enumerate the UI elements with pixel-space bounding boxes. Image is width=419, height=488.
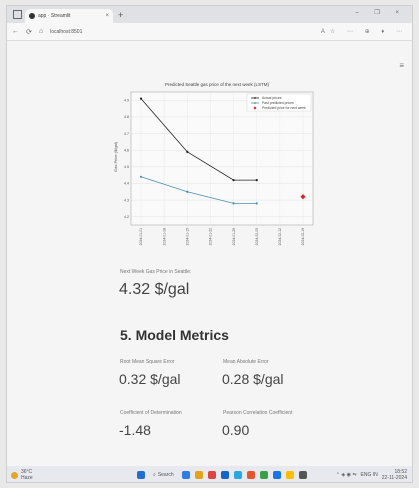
- series-point: [186, 150, 189, 153]
- taskbar-app-icon[interactable]: [181, 471, 190, 479]
- address-bar: ← ⟳ ⌂ localhost:8501 A☆ ⋯ ⊕ ♦ ⋯: [7, 23, 412, 41]
- y-tick-label: 4.4: [124, 182, 129, 186]
- taskbar-app-icon[interactable]: [220, 471, 229, 479]
- y-tick-label: 4.5: [124, 165, 129, 169]
- search-label: Search: [157, 472, 174, 478]
- rmse-label: Root Mean Square Error: [120, 359, 175, 365]
- legend-label: Past predicted prices: [262, 101, 294, 105]
- reload-icon[interactable]: ⟳: [26, 28, 32, 36]
- chart-svg: Predicted Seattle gas price of the next …: [113, 82, 314, 245]
- y-tick-label: 4.3: [124, 198, 129, 202]
- series-point: [139, 175, 143, 178]
- x-tick-label: 2024-01-29: [232, 228, 236, 245]
- legend-marker: [254, 102, 256, 104]
- hamburger-menu-icon[interactable]: ≡: [399, 61, 404, 70]
- url-input[interactable]: localhost:8501: [50, 29, 321, 35]
- start-menu-icon[interactable]: [137, 471, 145, 479]
- window-icon[interactable]: [13, 10, 22, 19]
- gas-price-chart: Predicted Seattle gas price of the next …: [111, 77, 323, 282]
- pearson-value: 0.90: [222, 422, 250, 438]
- x-tick-label: 2024-01-22: [209, 228, 213, 245]
- legend-marker: [254, 97, 256, 99]
- weather-widget[interactable]: 36°C Haze: [11, 469, 111, 481]
- legend-label: Actual prices: [262, 96, 282, 100]
- series-point: [232, 202, 235, 205]
- x-tick-label: 2024-01-15: [185, 228, 189, 245]
- taskbar-app-icon[interactable]: [272, 471, 281, 479]
- weather-desc: Haze: [21, 475, 33, 481]
- next-week-label: Next Week Gas Price in Seattle:: [120, 269, 192, 275]
- taskbar-app-icon[interactable]: [285, 471, 294, 479]
- next-week-value: 4.32 $/gal: [119, 281, 190, 298]
- tab-app[interactable]: app · Streamlit ×: [25, 9, 113, 23]
- clock[interactable]: 18:52 22-11-2024: [382, 469, 407, 481]
- tab-strip: app · Streamlit × + – ❐ ×: [7, 6, 412, 23]
- series-point: [186, 190, 189, 193]
- browser-toolbar-icons[interactable]: A☆ ⋯ ⊕ ♦ ⋯: [321, 28, 407, 35]
- chart-title: Predicted Seattle gas price of the next …: [165, 82, 270, 87]
- taskbar-app-icon[interactable]: [207, 471, 216, 479]
- series-point: [139, 97, 143, 100]
- home-icon[interactable]: ⌂: [39, 28, 43, 35]
- x-tick-label: 2024-02-05: [255, 228, 259, 245]
- rmse-value: 0.32 $/gal: [119, 371, 181, 387]
- chart-ylabel: Gas Price ($/gal): [113, 141, 118, 172]
- y-tick-label: 4.8: [124, 115, 129, 119]
- x-tick-label: 2024-01-08: [162, 228, 166, 245]
- taskbar: 36°C Haze ⌕ Search ⌃ ◈ ◉ ⇋ ENG IN 18:52 …: [7, 466, 412, 482]
- system-tray: ⌃ ◈ ◉ ⇋ ENG IN 18:52 22-11-2024: [336, 469, 407, 481]
- taskbar-apps: ⌕ Search: [137, 471, 307, 479]
- taskbar-search[interactable]: ⌕ Search: [150, 472, 177, 478]
- section-title: 5. Model Metrics: [120, 327, 229, 343]
- series-point: [255, 179, 258, 182]
- window-controls[interactable]: – ❐ ×: [355, 9, 406, 16]
- favicon-icon: [29, 13, 35, 19]
- clock-date: 22-11-2024: [381, 475, 407, 481]
- weather-sun-icon: [11, 471, 18, 479]
- taskbar-app-icon[interactable]: [298, 471, 307, 479]
- plot-area: [130, 91, 314, 226]
- r2-value: -1.48: [119, 422, 151, 438]
- series-point: [255, 202, 258, 205]
- mae-label: Mean Absolute Error: [223, 359, 269, 365]
- browser-window: app · Streamlit × + – ❐ × ← ⟳ ⌂ localhos…: [6, 5, 413, 483]
- y-tick-label: 4.6: [124, 148, 129, 152]
- series-point: [232, 179, 235, 182]
- tab-title: app · Streamlit: [38, 13, 71, 19]
- x-tick-label: 2024-02-19: [301, 228, 305, 245]
- x-tick-label: 2024-02-12: [278, 228, 282, 245]
- mae-value: 0.28 $/gal: [222, 371, 284, 387]
- y-tick-label: 4.9: [124, 99, 129, 103]
- pearson-label: Pearson Correlation Coefficient: [223, 410, 293, 416]
- taskbar-app-icon[interactable]: [246, 471, 255, 479]
- y-tick-label: 4.7: [124, 132, 129, 136]
- taskbar-app-icon[interactable]: [233, 471, 242, 479]
- taskbar-app-icon[interactable]: [259, 471, 268, 479]
- tray-icons[interactable]: ⌃ ◈ ◉ ⇋: [336, 472, 357, 478]
- search-icon: ⌕: [153, 472, 156, 478]
- r2-label: Coefficient of Determination: [120, 410, 182, 416]
- new-tab-button[interactable]: +: [118, 10, 123, 20]
- tray-language[interactable]: ENG IN: [361, 472, 378, 478]
- y-tick-label: 4.2: [124, 215, 129, 219]
- streamlit-page: ≡ Predicted Seattle gas price of the nex…: [7, 41, 412, 466]
- back-icon[interactable]: ←: [12, 28, 19, 35]
- taskbar-app-icon[interactable]: [194, 471, 203, 479]
- close-tab-icon[interactable]: ×: [105, 13, 109, 19]
- legend-label: Predicted price for next week: [262, 106, 306, 110]
- x-tick-label: 2024-01-01: [139, 228, 143, 245]
